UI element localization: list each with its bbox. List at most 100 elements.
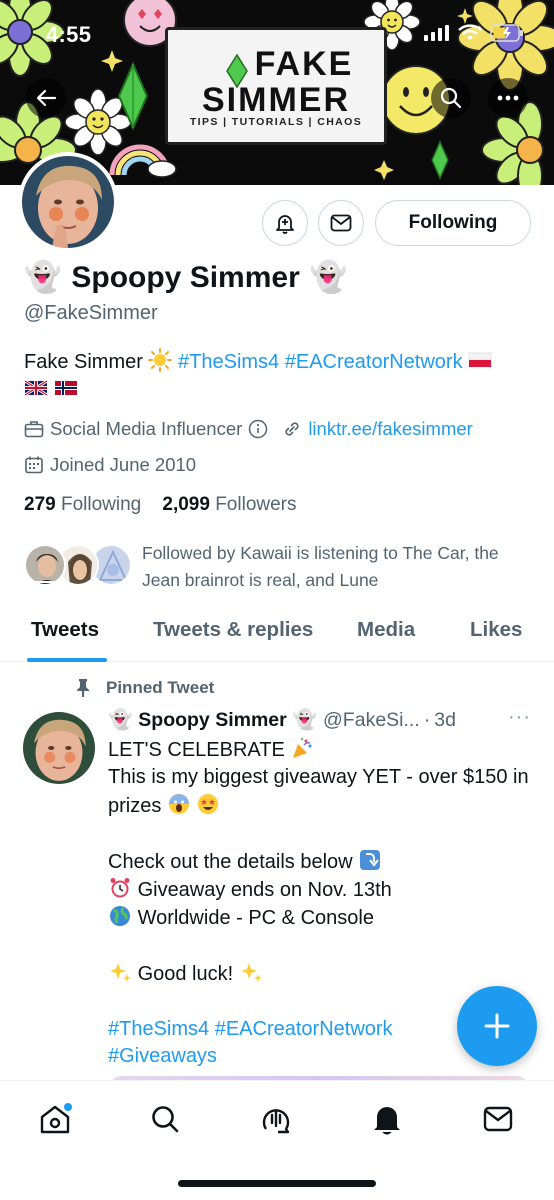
- tweet-hashtag-thesims4[interactable]: #TheSims4: [108, 1018, 209, 1040]
- nav-home[interactable]: [35, 1099, 75, 1139]
- more-icon: [497, 95, 519, 101]
- followed-by-text: Followed by Kawaii is listening to The C…: [142, 543, 499, 590]
- pinned-label-row: Pinned Tweet: [74, 678, 214, 698]
- briefcase-icon: [24, 421, 44, 438]
- tweet-line-4: Giveaway ends on Nov. 13th: [137, 879, 392, 902]
- alarm-clock-emoji-icon: [110, 878, 130, 898]
- pinned-label: Pinned Tweet: [106, 678, 215, 697]
- tweet-author-handle: @FakeSi...: [323, 708, 420, 731]
- ghost-emoji-right: 👻: [309, 261, 348, 294]
- bio-hashtag-thesims4[interactable]: #TheSims4: [178, 351, 279, 373]
- profile-avatar-frame[interactable]: [18, 152, 118, 252]
- battery-icon: [490, 24, 523, 42]
- status-bar: 4:55: [0, 0, 554, 70]
- profile-website-link[interactable]: linktr.ee/fakesimmer: [308, 418, 473, 440]
- following-count: 279: [24, 494, 56, 515]
- bell-plus-icon: [276, 215, 294, 234]
- nav-messages[interactable]: [478, 1099, 518, 1139]
- following-count-link[interactable]: 279 Following: [24, 494, 141, 515]
- brand-line-2: SIMMER: [202, 81, 350, 119]
- compose-plus-icon: [484, 1013, 510, 1039]
- following-label: Following: [60, 494, 142, 515]
- sparkles-emoji-icon-2: [240, 963, 262, 983]
- followers-label: Followers: [215, 494, 297, 515]
- followed-by-preview[interactable]: Followed by Kawaii is listening to The C…: [24, 540, 534, 596]
- nav-search[interactable]: [145, 1099, 185, 1139]
- tweet-line-1: LET'S CELEBRATE: [108, 739, 285, 761]
- tweet-hashtag-eacreatornetwork[interactable]: #EACreatorNetwork: [215, 1018, 393, 1040]
- tweet-hashtag-giveaways[interactable]: #Giveaways: [108, 1045, 217, 1067]
- screaming-face-emoji-icon: [168, 793, 189, 814]
- follow-counts: 279 Following 2,099 Followers: [24, 494, 297, 516]
- cellular-signal-icon: [424, 25, 449, 41]
- back-arrow-icon: [36, 89, 57, 107]
- active-tab-indicator: [27, 658, 107, 662]
- bell-icon: [374, 1107, 400, 1135]
- back-button[interactable]: [26, 78, 66, 118]
- tweet-line-5: Worldwide - PC & Console: [137, 907, 374, 930]
- follower-avatar-1: [24, 544, 66, 586]
- followers-count: 2,099: [162, 494, 210, 515]
- tweet-more-button[interactable]: ···: [508, 706, 531, 729]
- home-icon: [40, 1103, 72, 1134]
- tweet-separator: ·: [423, 708, 431, 731]
- party-popper-emoji-icon: [293, 737, 312, 758]
- profile-handle: @FakeSimmer: [24, 302, 158, 324]
- profile-joined-date: Joined June 2010: [50, 454, 197, 475]
- bio-hashtag-eacreatornetwork[interactable]: #EACreatorNetwork: [285, 351, 463, 373]
- avatar-photo: [22, 156, 114, 248]
- search-button[interactable]: [431, 78, 471, 118]
- nav-spaces[interactable]: [256, 1099, 296, 1139]
- info-icon[interactable]: [248, 419, 268, 439]
- profile-bio: Fake Simmer #TheSims4 #EACreatorNetwork: [24, 348, 534, 404]
- poland-flag-icon: [468, 352, 492, 367]
- profile-tabs: Tweets Tweets & replies Media Likes: [0, 604, 554, 662]
- compose-tweet-button[interactable]: [457, 986, 537, 1066]
- nav-notifications[interactable]: [367, 1099, 407, 1139]
- tweet-line-3: Check out the details below: [108, 850, 353, 873]
- tweet-time: 3d: [434, 708, 456, 731]
- search-nav-icon: [152, 1106, 179, 1133]
- sun-emoji-icon: [148, 348, 173, 372]
- ghost-emoji-left: 👻: [24, 261, 62, 294]
- tab-media[interactable]: Media: [357, 618, 415, 642]
- mail-icon: [330, 214, 352, 232]
- link-icon: [285, 422, 299, 436]
- wifi-icon: [458, 24, 482, 40]
- tweet-avatar[interactable]: [23, 712, 95, 784]
- notifications-button[interactable]: [262, 200, 308, 246]
- tab-likes[interactable]: Likes: [470, 618, 522, 642]
- sparkles-emoji-icon: [110, 963, 131, 983]
- tweet-ghost-right: 👻: [292, 709, 318, 731]
- profile-avatar: [22, 156, 114, 248]
- tweet-author-name[interactable]: Spoopy Simmer: [138, 709, 286, 732]
- home-indicator-bar[interactable]: [178, 1180, 376, 1187]
- tweet-header: 👻 Spoopy Simmer 👻 @FakeSi... · 3d: [108, 708, 456, 732]
- following-button[interactable]: Following: [375, 200, 531, 246]
- profile-meta-joined-row: Joined June 2010: [24, 454, 196, 476]
- bio-text: Fake Simmer: [24, 351, 143, 373]
- uk-flag-icon: [24, 379, 48, 397]
- globe-emoji-icon: [110, 906, 130, 927]
- more-button[interactable]: [488, 78, 528, 118]
- brand-tagline: TIPS | TUTORIALS | CHAOS: [189, 116, 363, 128]
- tab-tweets-and-replies[interactable]: Tweets & replies: [153, 618, 313, 642]
- system-icons: [424, 24, 524, 42]
- profile-meta-category-row: Social Media Influencer linktr.ee/fakesi…: [24, 418, 473, 440]
- calendar-icon: [25, 456, 43, 474]
- profile-category: Social Media Influencer: [50, 418, 243, 439]
- spaces-icon: [262, 1109, 290, 1134]
- followers-count-link[interactable]: 2,099 Followers: [162, 494, 296, 515]
- star-struck-emoji-icon: [198, 793, 219, 814]
- norway-flag-icon: [54, 381, 77, 395]
- tweet-line-6: Good luck!: [137, 963, 234, 986]
- arrow-down-emoji-icon: [360, 849, 381, 870]
- tweet-ghost-left: 👻: [108, 709, 133, 731]
- display-name-text: Spoopy Simmer: [71, 260, 300, 294]
- message-button[interactable]: [318, 200, 364, 246]
- pin-icon: [77, 679, 89, 697]
- status-time: 4:55: [46, 22, 92, 47]
- mail-nav-icon: [483, 1106, 513, 1132]
- tab-tweets[interactable]: Tweets: [31, 618, 99, 642]
- display-name: 👻 Spoopy Simmer 👻: [24, 260, 347, 295]
